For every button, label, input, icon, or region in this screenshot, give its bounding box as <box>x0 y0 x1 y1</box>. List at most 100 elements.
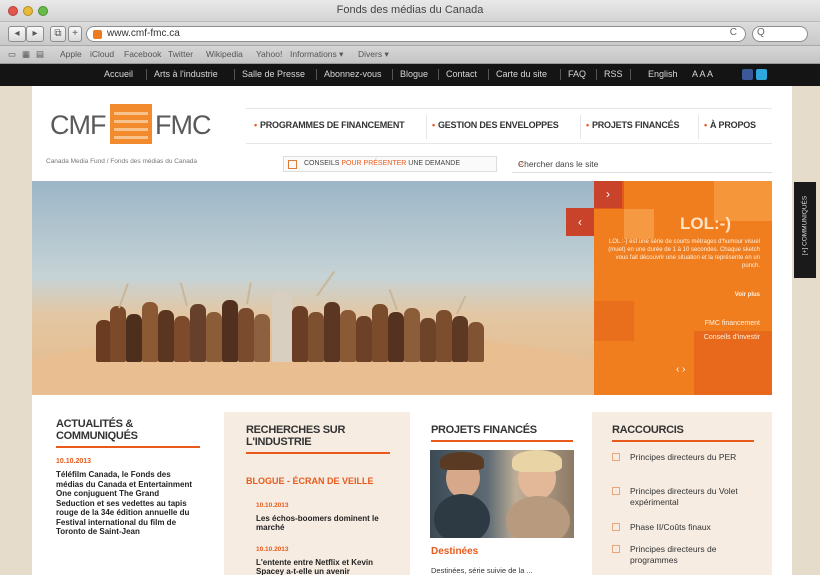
main-nav: • PROGRAMMES DE FINANCEMENT • GESTION DES … <box>246 108 772 144</box>
forward-button[interactable]: ▸ <box>26 26 44 42</box>
conseils-link[interactable]: CONSEILS POUR PRÉSENTER UNE DEMANDE <box>283 156 497 172</box>
promo-title[interactable]: LOL:-) <box>680 214 731 234</box>
topnav-english[interactable]: English <box>648 69 678 79</box>
back-button[interactable]: ◂ <box>8 26 26 42</box>
bullet-box-icon <box>612 545 620 553</box>
hero-next-button[interactable]: › <box>594 181 622 208</box>
site-search-input[interactable]: Chercher dans le site ⌕ <box>512 155 772 173</box>
site-top-nav: Accueil Arts à l'industrie Salle de Pres… <box>0 64 820 86</box>
promo-body: LOL :-) est une série de courts métrages… <box>608 239 760 269</box>
news-heading[interactable]: ACTUALITÉS & COMMUNIQUÉS <box>56 418 138 442</box>
shortcut-item[interactable]: Principes directeurs de programmes <box>612 544 762 568</box>
topnav-divider <box>146 69 147 80</box>
bookmarks-bar: ▭ ▦ ▤ Apple iCloud Facebook Twitter Wiki… <box>0 46 820 64</box>
logo-fmc-text[interactable]: FMC <box>155 110 211 141</box>
reading-list-icon[interactable]: ▭ <box>8 49 16 60</box>
bookmark-informations[interactable]: Informations ▾ <box>290 49 343 60</box>
shortcuts-heading[interactable]: RACCOURCIS <box>612 424 684 436</box>
facebook-icon[interactable] <box>742 69 753 80</box>
topnav-divider <box>316 69 317 80</box>
topnav-rss[interactable]: RSS <box>604 69 623 79</box>
topnav-presse[interactable]: Salle de Presse <box>242 69 305 79</box>
news-item[interactable]: Téléfilm Canada, le Fonds des médias du … <box>56 470 196 574</box>
nav-apropos[interactable]: • À PROPOS <box>704 120 756 130</box>
topnav-arts[interactable]: Arts à l'industrie <box>154 69 218 79</box>
twitter-icon[interactable] <box>756 69 767 80</box>
topnav-divider <box>488 69 489 80</box>
nav-projets[interactable]: • PROJETS FINANCÉS <box>586 120 679 130</box>
bookmark-wikipedia[interactable]: Wikipedia <box>206 49 243 59</box>
top-sites-icon[interactable]: ▦ <box>22 49 30 60</box>
plus-box-icon <box>288 160 297 169</box>
blog-date: 10.10.2013 <box>256 546 289 553</box>
window-title: Fonds des médias du Canada <box>336 4 484 16</box>
shortcuts-rule <box>612 440 754 442</box>
blog-item[interactable]: Les échos-boomers dominent le marché <box>256 514 386 532</box>
bookmarks-grid-icon[interactable]: ▤ <box>36 49 44 60</box>
topnav-divider <box>630 69 631 80</box>
reload-icon[interactable]: C <box>730 27 737 38</box>
search-icon[interactable]: ⌕ <box>518 158 766 169</box>
projects-heading[interactable]: PROJETS FINANCÉS <box>431 424 537 436</box>
logo-cmf-text[interactable]: CMF <box>50 110 106 141</box>
shortcut-item[interactable]: Principes directeurs du Volet expériment… <box>612 486 762 510</box>
news-date: 10.10.2013 <box>56 458 92 465</box>
topnav-abonnez[interactable]: Abonnez-vous <box>324 69 382 79</box>
logo-tagline: Canada Media Fund / Fonds des médias du … <box>46 158 198 165</box>
bullet-box-icon <box>612 523 620 531</box>
bookmark-apple[interactable]: Apple <box>60 49 82 59</box>
topnav-divider <box>392 69 393 80</box>
bullet-box-icon <box>612 487 620 495</box>
topnav-blogue[interactable]: Blogue <box>400 69 428 79</box>
bullet-box-icon <box>612 453 620 461</box>
bookmark-icloud[interactable]: iCloud <box>90 49 114 59</box>
bookmark-yahoo[interactable]: Yahoo! <box>256 49 282 59</box>
cmf-logo-mark-icon[interactable] <box>110 104 152 144</box>
promo-link-conseils[interactable]: Conseils d'investir <box>620 334 760 341</box>
browser-search-icon: Q <box>757 27 765 38</box>
carousel-arrows[interactable]: ‹ › <box>676 364 685 375</box>
browser-search-field[interactable]: Q <box>752 26 808 42</box>
topnav-divider <box>560 69 561 80</box>
text-size-control[interactable]: A A A <box>692 69 713 79</box>
communiques-side-tab[interactable]: [+] COMMUNIQUÉS <box>794 182 816 278</box>
blog-item[interactable]: L'entente entre Netflix et Kevin Spacey … <box>256 558 386 575</box>
address-url[interactable]: www.cmf-fmc.ca <box>107 28 180 39</box>
bookmark-divers[interactable]: Divers ▾ <box>358 49 389 60</box>
hero-crowd-illustration <box>96 270 516 362</box>
research-heading[interactable]: RECHERCHES SUR L'INDUSTRIE <box>246 424 345 448</box>
nav-divider <box>698 115 699 139</box>
bookmark-facebook[interactable]: Facebook <box>124 49 161 59</box>
topnav-faq[interactable]: FAQ <box>568 69 586 79</box>
nav-gestion[interactable]: • GESTION DES ENVELOPPES <box>432 120 559 130</box>
topnav-contact[interactable]: Contact <box>446 69 477 79</box>
nav-programmes[interactable]: • PROGRAMMES DE FINANCEMENT <box>254 120 405 130</box>
research-rule <box>246 452 390 454</box>
shortcut-item[interactable]: Principes directeurs du PER <box>612 452 762 476</box>
promo-link-financement[interactable]: FMC financement <box>620 320 760 327</box>
project-feature-body: Destinées, série suivie de la ... <box>431 566 533 575</box>
topnav-divider <box>438 69 439 80</box>
project-photo[interactable] <box>430 450 574 538</box>
news-rule <box>56 446 200 448</box>
projects-rule <box>431 440 573 442</box>
topnav-accueil[interactable]: Accueil <box>104 69 133 79</box>
share-button[interactable]: ⧉ <box>50 26 66 42</box>
side-tab-label: [+] COMMUNIQUÉS <box>801 195 809 256</box>
address-bar[interactable]: www.cmf-fmc.ca C <box>86 26 746 42</box>
bookmark-twitter[interactable]: Twitter <box>168 49 193 59</box>
topnav-divider <box>596 69 597 80</box>
shortcut-item[interactable]: Phase II/Coûts finaux <box>612 522 762 534</box>
project-feature-title[interactable]: Destinées <box>431 546 478 557</box>
nav-divider <box>580 115 581 139</box>
browser-toolbar: ◂ ▸ ⧉ + www.cmf-fmc.ca C Q <box>0 22 820 46</box>
promo-more-link[interactable]: Voir plus <box>620 292 760 298</box>
topnav-carte[interactable]: Carte du site <box>496 69 547 79</box>
site-favicon-icon <box>93 30 102 39</box>
hero-prev-button[interactable]: ‹ <box>566 208 594 236</box>
window-titlebar: Fonds des médias du Canada <box>0 0 820 22</box>
add-tab-button[interactable]: + <box>68 26 82 42</box>
blog-heading[interactable]: BLOGUE - ÉCRAN DE VEILLE <box>246 476 374 486</box>
nav-divider <box>426 115 427 139</box>
blog-date: 10.10.2013 <box>256 502 289 509</box>
